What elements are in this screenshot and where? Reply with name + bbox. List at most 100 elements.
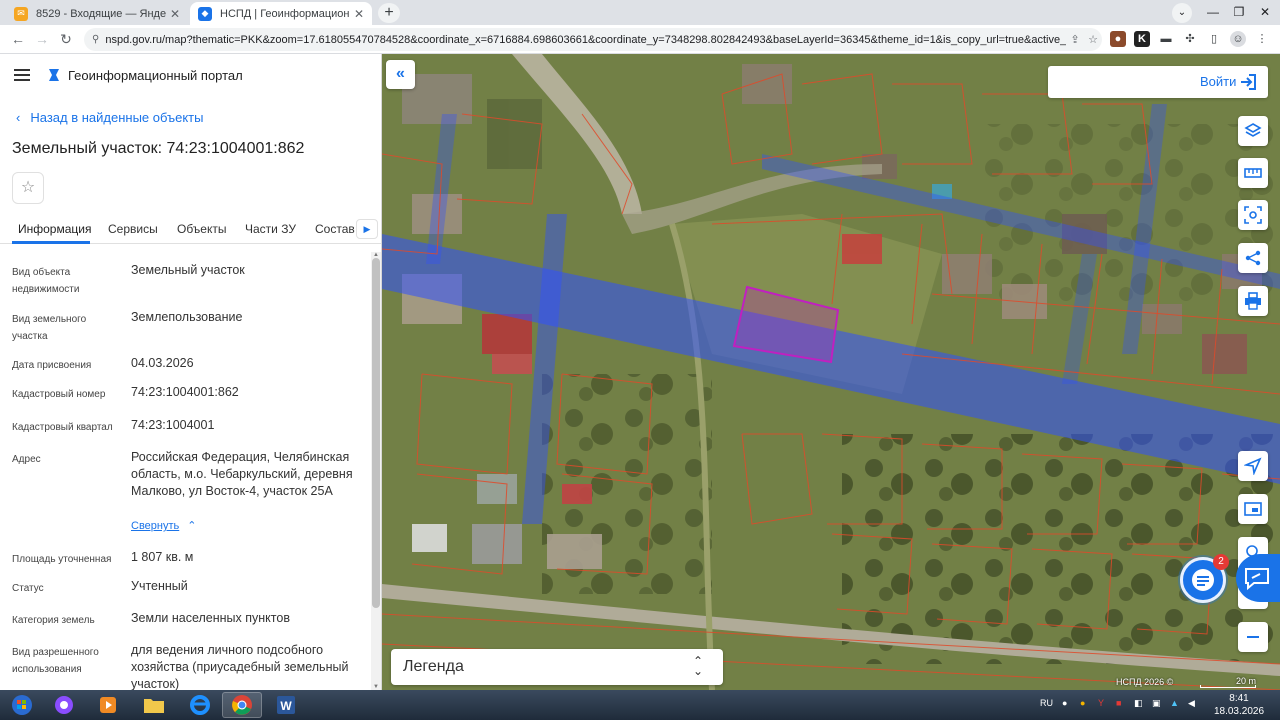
tray-icon[interactable]: ◧: [1134, 698, 1143, 709]
tray-icon[interactable]: ●: [1062, 698, 1067, 708]
taskbar-explorer[interactable]: [134, 692, 174, 718]
tab-yandex-mail[interactable]: ✉ 8529 - Входящие — Яндекс Почта ✕: [6, 2, 188, 25]
navigation-arrow-icon: [1244, 457, 1262, 475]
menu-icon[interactable]: [14, 69, 30, 81]
panel-scrollbar[interactable]: ▲ ▼: [371, 252, 381, 690]
profile-avatar-icon[interactable]: ☺: [1230, 31, 1246, 47]
close-icon[interactable]: ✕: [354, 7, 364, 21]
language-indicator[interactable]: RU: [1040, 698, 1053, 708]
property-value: Землепользование: [131, 310, 243, 324]
favorite-star-icon[interactable]: ☆: [12, 172, 44, 204]
taskbar-media-player[interactable]: [88, 692, 128, 718]
forward-arrow-icon[interactable]: →: [32, 29, 52, 49]
chevron-up-icon: ⌃: [187, 520, 197, 532]
expand-collapse-icon: ⌃ ⌄: [693, 654, 704, 678]
share-icon: [1245, 250, 1261, 266]
property-label: Площадь уточненная: [12, 554, 112, 565]
login-arrow-icon: [1241, 74, 1256, 90]
windows-taskbar: W RU ● ● Y ■ ◧ ▣ ▲ ◀ 8:41 18.03.2026: [0, 690, 1280, 720]
chrome-icon: [232, 695, 252, 715]
tab-parts[interactable]: Части ЗУ: [245, 222, 296, 236]
word-icon: W: [277, 696, 295, 714]
tab-search-icon[interactable]: ⌄: [1172, 3, 1192, 23]
collapse-panel-button[interactable]: «: [386, 60, 415, 89]
system-clock[interactable]: 8:41 18.03.2026: [1206, 692, 1272, 718]
site-info-icon[interactable]: ⚲: [92, 34, 99, 45]
bookmark-star-icon[interactable]: ☆: [1084, 33, 1102, 46]
property-value: для ведения личного подсобного хозяйства…: [131, 643, 349, 690]
close-icon[interactable]: ✕: [170, 7, 180, 21]
select-area-button[interactable]: [1238, 200, 1268, 230]
tray-icon[interactable]: ▣: [1152, 698, 1161, 709]
active-tab-indicator: [12, 241, 90, 244]
clock-date: 18.03.2026: [1213, 706, 1265, 717]
address-bar[interactable]: ⚲ nspd.gov.ru/map?thematic=PKK&zoom=17.6…: [84, 28, 1102, 51]
side-panel-icon[interactable]: ▯: [1206, 31, 1222, 47]
legend-dropdown[interactable]: Легенда ⌃ ⌄: [391, 649, 723, 685]
legend-label: Легенда: [403, 658, 464, 675]
zoom-out-button[interactable]: [1238, 622, 1268, 652]
minus-icon: [1247, 636, 1259, 638]
extensions-puzzle-icon[interactable]: ✣: [1182, 31, 1198, 47]
ruler-button[interactable]: [1238, 158, 1268, 188]
scrollbar-thumb[interactable]: [372, 258, 380, 608]
tray-icon[interactable]: ■: [1116, 698, 1121, 708]
tab-services[interactable]: Сервисы: [108, 222, 158, 236]
map-view-mode-button[interactable]: [1238, 494, 1268, 524]
tab-composition[interactable]: Состав: [315, 222, 355, 236]
property-value: 74:23:1004001:862: [131, 385, 239, 399]
property-list: Вид объекта недвижимости Земельный участ…: [0, 252, 370, 690]
tray-yandex-icon[interactable]: Y: [1098, 698, 1104, 708]
chevron-left-icon: ‹: [16, 110, 21, 125]
url-text[interactable]: nspd.gov.ru/map?thematic=PKK&zoom=17.618…: [105, 34, 1066, 46]
property-label: Вид земельного участка: [12, 314, 87, 342]
taskbar-alice[interactable]: [44, 692, 84, 718]
tab-objects[interactable]: Объекты: [177, 222, 227, 236]
browser-tab-strip: ✉ 8529 - Входящие — Яндекс Почта ✕ ◆ НСП…: [0, 0, 1280, 25]
portal-logo-icon: [49, 69, 59, 81]
start-button[interactable]: [2, 692, 42, 718]
support-widget-button[interactable]: [1236, 554, 1280, 602]
map-view[interactable]: « Войти 2 Легенда ⌃ ⌄ НСПД 2026 © 20 m: [382, 54, 1280, 690]
taskbar-word[interactable]: W: [266, 692, 306, 718]
tray-volume-icon[interactable]: ◀: [1188, 698, 1195, 709]
satellite-map-image[interactable]: [382, 54, 1280, 690]
internet-explorer-icon: [190, 695, 210, 715]
app-header: Геоинформационный портал: [0, 54, 381, 96]
tabs-scroll-right-icon[interactable]: ▶: [356, 219, 378, 239]
close-window-icon[interactable]: ✕: [1248, 0, 1280, 25]
support-chat-icon: [1245, 568, 1269, 591]
property-value: Земли населенных пунктов: [131, 611, 290, 625]
layers-icon: [1244, 123, 1262, 137]
taskbar-internet-explorer[interactable]: [180, 692, 220, 718]
property-label: Категория земель: [12, 615, 95, 626]
my-location-button[interactable]: [1238, 451, 1268, 481]
scale-bar: [1200, 685, 1256, 688]
tab-nspd[interactable]: ◆ НСПД | Геоинформационный портал ✕: [190, 2, 372, 25]
share-button[interactable]: [1238, 243, 1268, 273]
clock-time: 8:41: [1229, 693, 1249, 704]
property-value: 04.03.2026: [131, 356, 194, 370]
info-panel: Геоинформационный портал ‹ Назад в найде…: [0, 54, 382, 690]
k-extension-icon[interactable]: K: [1134, 31, 1150, 47]
back-arrow-icon[interactable]: ←: [8, 29, 28, 49]
property-value: Земельный участок: [131, 263, 245, 277]
extension-cast-icon[interactable]: ▬: [1158, 31, 1174, 47]
browser-toolbar: ← → ↻ ⚲ nspd.gov.ru/map?thematic=PKK&zoo…: [0, 25, 1280, 54]
extension-icon[interactable]: ●: [1110, 31, 1126, 47]
new-tab-button[interactable]: +: [378, 3, 400, 23]
share-icon[interactable]: ⇪: [1066, 33, 1084, 46]
print-button[interactable]: [1238, 286, 1268, 316]
tray-network-icon[interactable]: ▲: [1170, 698, 1179, 708]
layers-button[interactable]: [1238, 116, 1268, 146]
property-value: Российская Федерация, Челябинская област…: [131, 450, 353, 498]
svg-text:W: W: [280, 699, 292, 713]
taskbar-chrome[interactable]: [222, 692, 262, 718]
chrome-menu-icon[interactable]: ⋮: [1254, 31, 1270, 47]
login-button[interactable]: Войти: [1048, 66, 1268, 98]
tab-information[interactable]: Информация: [18, 222, 91, 236]
back-to-results-link[interactable]: ‹ Назад в найденные объекты: [16, 110, 203, 125]
reload-icon[interactable]: ↻: [56, 29, 76, 49]
collapse-address-link[interactable]: Свернуть ⌃: [131, 519, 196, 532]
tray-icon[interactable]: ●: [1080, 698, 1085, 708]
